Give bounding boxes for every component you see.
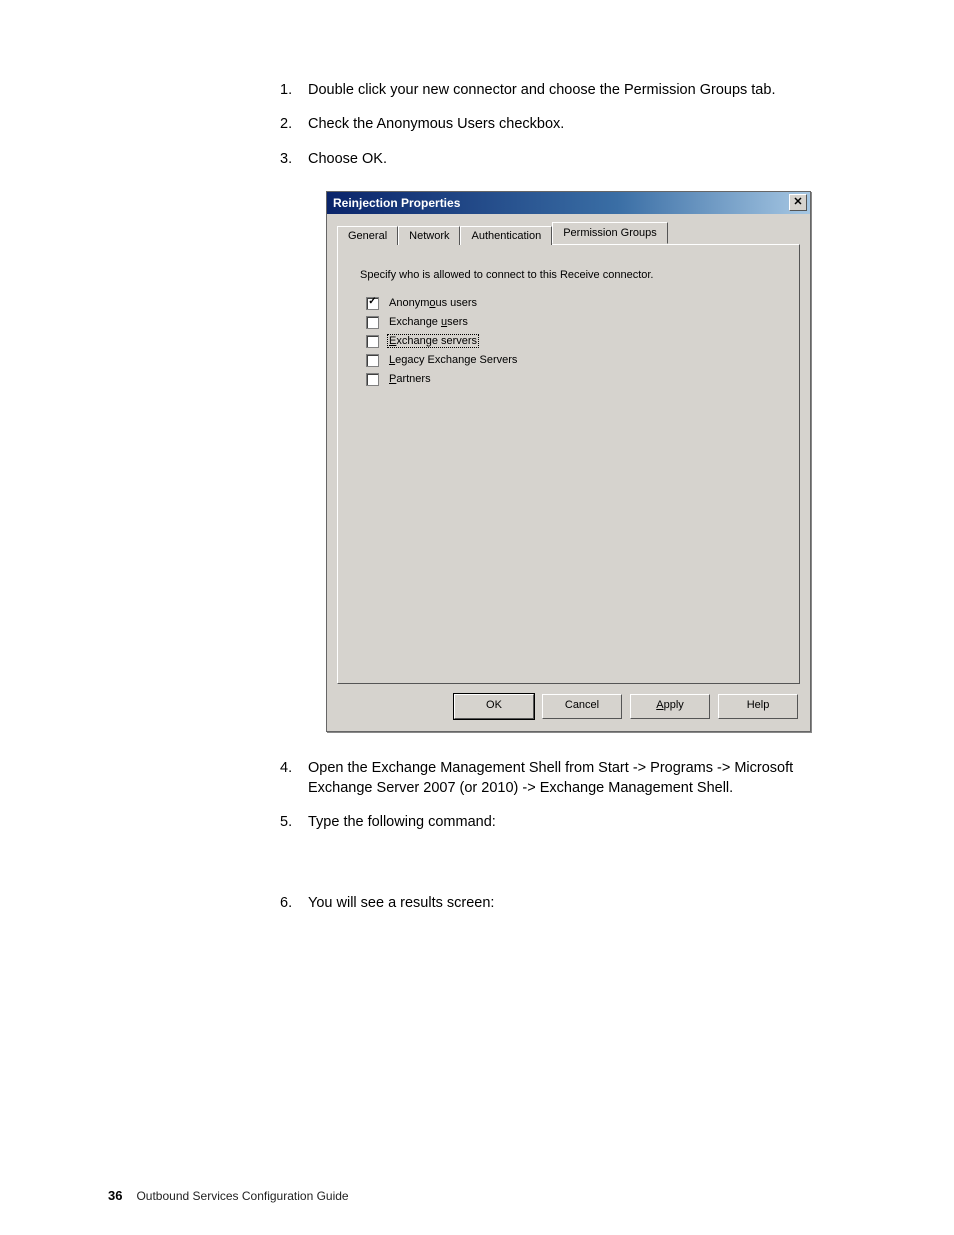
step-6: 6. You will see a results screen: bbox=[280, 893, 846, 913]
check-partners[interactable]: Partners bbox=[366, 373, 777, 386]
step-4: 4. Open the Exchange Management Shell fr… bbox=[280, 758, 846, 799]
check-exchange-servers[interactable]: Exchange servers bbox=[366, 335, 777, 348]
checkbox-icon[interactable] bbox=[366, 354, 379, 367]
step-text: Check the Anonymous Users checkbox. bbox=[308, 114, 846, 134]
checkbox-label: Legacy Exchange Servers bbox=[389, 354, 517, 366]
checkbox-label: Partners bbox=[389, 373, 431, 385]
checkbox-label: Exchange users bbox=[389, 316, 468, 328]
step-2: 2. Check the Anonymous Users checkbox. bbox=[280, 114, 846, 134]
page-number: 36 bbox=[108, 1188, 122, 1203]
checkbox-icon[interactable] bbox=[366, 316, 379, 329]
tab-network[interactable]: Network bbox=[398, 226, 460, 245]
step-5: 5. Type the following command: bbox=[280, 812, 846, 832]
dialog-button-row: OK Cancel Apply Help bbox=[327, 684, 810, 731]
ok-button[interactable]: OK bbox=[454, 694, 534, 719]
checkbox-icon[interactable] bbox=[366, 335, 379, 348]
close-button[interactable]: ✕ bbox=[789, 194, 807, 211]
dialog-title: Reinjection Properties bbox=[333, 196, 460, 210]
tab-strip: General Network Authentication Permissio… bbox=[327, 214, 810, 244]
instruction-list-bottom: 4. Open the Exchange Management Shell fr… bbox=[280, 758, 846, 913]
checkbox-icon[interactable] bbox=[366, 297, 379, 310]
checkbox-icon[interactable] bbox=[366, 373, 379, 386]
cancel-button[interactable]: Cancel bbox=[542, 694, 622, 719]
step-text: Double click your new connector and choo… bbox=[308, 80, 846, 100]
tab-general[interactable]: General bbox=[337, 226, 398, 245]
close-icon: ✕ bbox=[793, 197, 802, 208]
step-text: Type the following command: bbox=[308, 812, 846, 832]
tab-authentication[interactable]: Authentication bbox=[460, 226, 552, 245]
checkbox-label: Anonymous users bbox=[389, 297, 477, 309]
connector-instruction: Specify who is allowed to connect to thi… bbox=[360, 269, 777, 281]
step-number: 6. bbox=[280, 893, 308, 913]
reinjection-properties-dialog: Reinjection Properties ✕ General Network… bbox=[326, 191, 811, 732]
page: 1. Double click your new connector and c… bbox=[0, 0, 954, 1235]
step-text: You will see a results screen: bbox=[308, 893, 846, 913]
tab-content: Specify who is allowed to connect to thi… bbox=[337, 244, 800, 684]
help-button[interactable]: Help bbox=[718, 694, 798, 719]
document-title: Outbound Services Configuration Guide bbox=[136, 1189, 348, 1203]
dialog-titlebar[interactable]: Reinjection Properties ✕ bbox=[327, 192, 810, 214]
step-1: 1. Double click your new connector and c… bbox=[280, 80, 846, 100]
instruction-list-top: 1. Double click your new connector and c… bbox=[280, 80, 846, 169]
step-number: 3. bbox=[280, 149, 308, 169]
step-3: 3. Choose OK. bbox=[280, 149, 846, 169]
page-footer: 36 Outbound Services Configuration Guide bbox=[108, 1188, 349, 1203]
check-anonymous-users[interactable]: Anonymous users bbox=[366, 297, 777, 310]
checkbox-label: Exchange servers bbox=[387, 334, 479, 348]
step-text: Choose OK. bbox=[308, 149, 846, 169]
step-number: 4. bbox=[280, 758, 308, 799]
check-legacy-exchange-servers[interactable]: Legacy Exchange Servers bbox=[366, 354, 777, 367]
tab-permission-groups[interactable]: Permission Groups bbox=[552, 222, 668, 244]
check-exchange-users[interactable]: Exchange users bbox=[366, 316, 777, 329]
step-number: 1. bbox=[280, 80, 308, 100]
step-text: Open the Exchange Management Shell from … bbox=[308, 758, 846, 799]
apply-button[interactable]: Apply bbox=[630, 694, 710, 719]
step-number: 2. bbox=[280, 114, 308, 134]
step-number: 5. bbox=[280, 812, 308, 832]
